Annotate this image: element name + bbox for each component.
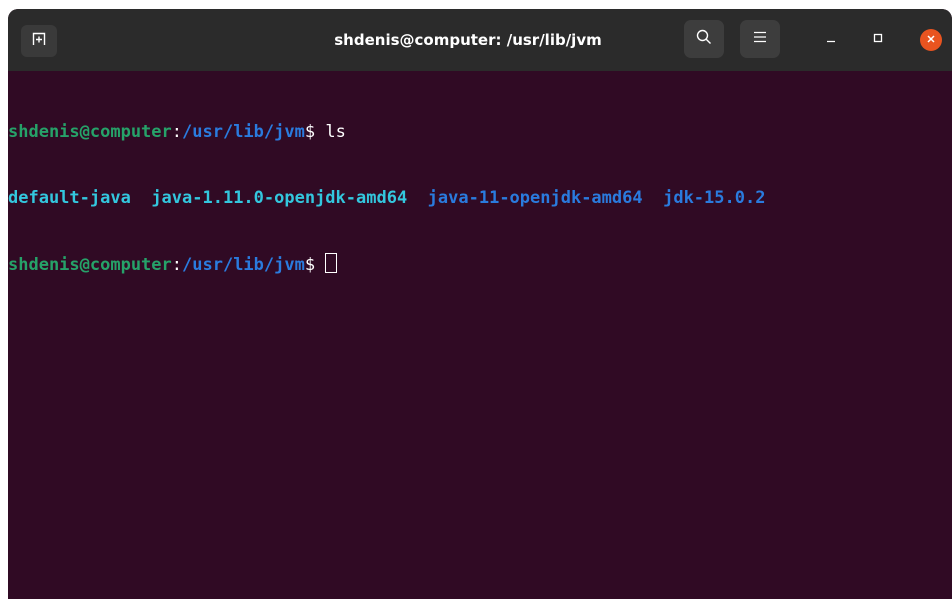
maximize-icon	[872, 31, 884, 49]
terminal-output[interactable]: shdenis@computer:/usr/lib/jvm$ ls defaul…	[8, 71, 952, 599]
prompt-path: /usr/lib/jvm	[182, 122, 305, 142]
maximize-button[interactable]	[861, 23, 895, 57]
prompt-path: /usr/lib/jvm	[182, 255, 305, 275]
search-icon	[696, 29, 712, 50]
terminal-line-prompt: shdenis@computer:/usr/lib/jvm$	[8, 253, 952, 275]
minimize-button[interactable]	[814, 23, 848, 57]
title-bar[interactable]: shdenis@computer: /usr/lib/jvm	[8, 9, 952, 71]
prompt-symbol: $	[304, 122, 326, 142]
minimize-icon	[825, 31, 837, 49]
ls-entry: java-11-openjdk-amd64	[427, 188, 643, 208]
hamburger-menu-icon	[753, 30, 767, 48]
prompt-user-host: shdenis@computer	[8, 122, 172, 142]
prompt-symbol: $	[304, 255, 326, 275]
terminal-line-command: shdenis@computer:/usr/lib/jvm$ ls	[8, 121, 952, 143]
new-tab-icon	[32, 32, 46, 51]
ls-entry: java-1.11.0-openjdk-amd64	[151, 188, 408, 208]
terminal-window: shdenis@computer: /usr/lib/jvm shdenis@c…	[8, 9, 952, 599]
window-title: shdenis@computer: /usr/lib/jvm	[334, 31, 602, 49]
menu-button[interactable]	[740, 20, 780, 58]
close-button[interactable]	[920, 29, 942, 51]
prompt-colon: :	[171, 255, 183, 275]
ls-entry: default-java	[8, 188, 131, 208]
close-icon	[926, 31, 936, 49]
prompt-user-host: shdenis@computer	[8, 255, 172, 275]
prompt-colon: :	[171, 122, 183, 142]
terminal-line-ls-output: default-java java-1.11.0-openjdk-amd64 j…	[8, 187, 952, 209]
search-button[interactable]	[684, 20, 724, 58]
command-text: ls	[325, 122, 346, 142]
text-cursor	[325, 253, 338, 273]
ls-entry: jdk-15.0.2	[663, 188, 766, 208]
new-tab-button[interactable]	[21, 25, 57, 57]
